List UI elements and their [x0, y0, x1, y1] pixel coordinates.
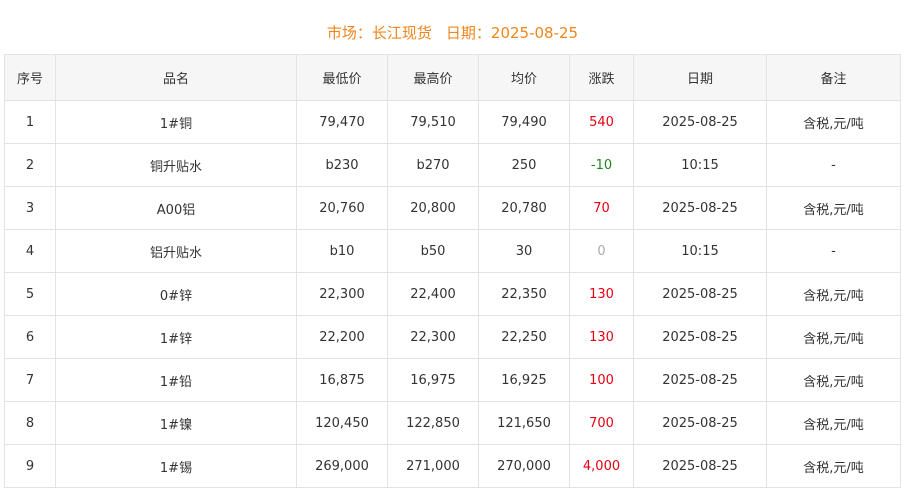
cell-avg: 30	[478, 229, 570, 273]
cell-index: 8	[4, 401, 56, 445]
cell-date: 10:15	[633, 143, 767, 187]
table-row: 9 1#锡 269,000 271,000 270,000 4,000 2025-08-25…	[4, 444, 901, 488]
cell-high: b270	[387, 143, 479, 187]
cell-change: 0	[569, 229, 634, 273]
cell-name: 0#锌	[55, 272, 297, 316]
header-note: 备注	[766, 54, 901, 101]
header-change: 涨跌	[569, 54, 634, 101]
table-row: 5 0#锌 22,300 22,400 22,350 130 2025-08-25 含税,元/…	[4, 272, 901, 316]
cell-change: 540	[569, 100, 634, 144]
header-avg: 均价	[478, 54, 570, 101]
cell-name: 1#锡	[55, 444, 297, 488]
cell-change: 100	[569, 358, 634, 402]
table-row: 1 1#铜 79,470 79,510 79,490 540 2025-08-25 含税,元/…	[4, 100, 901, 144]
cell-change: -10	[569, 143, 634, 187]
cell-note: 含税,元/吨	[766, 358, 901, 402]
header-name: 品名	[55, 54, 297, 101]
cell-high: 122,850	[387, 401, 479, 445]
cell-name: 铝升贴水	[55, 229, 297, 273]
cell-high: b50	[387, 229, 479, 273]
cell-avg: 250	[478, 143, 570, 187]
cell-high: 20,800	[387, 186, 479, 230]
cell-note: -	[766, 229, 901, 273]
cell-date: 2025-08-25	[633, 272, 767, 316]
header-low: 最低价	[296, 54, 388, 101]
cell-low: 120,450	[296, 401, 388, 445]
cell-date: 2025-08-25	[633, 315, 767, 359]
cell-avg: 270,000	[478, 444, 570, 488]
cell-high: 271,000	[387, 444, 479, 488]
table-row: 2 铜升贴水 b230 b270 250 -10 10:15-	[4, 143, 901, 187]
cell-name: 1#镍	[55, 401, 297, 445]
header-high: 最高价	[387, 54, 479, 101]
cell-low: 16,875	[296, 358, 388, 402]
cell-note: 含税,元/吨	[766, 444, 901, 488]
table-row: 6 1#锌 22,200 22,300 22,250 130 2025-08-25 含税,元/…	[4, 315, 901, 359]
cell-avg: 121,650	[478, 401, 570, 445]
cell-avg: 79,490	[478, 100, 570, 144]
price-table: 序号 品名 最低价 最高价 均价 涨跌 日期 备注 1 1#铜 79,470 79,5…	[4, 54, 901, 488]
cell-change: 4,000	[569, 444, 634, 488]
header-index: 序号	[4, 54, 56, 101]
table-row: 3 A00铝 20,760 20,800 20,780 70 2025-08-25 含税,元/…	[4, 186, 901, 230]
cell-avg: 16,925	[478, 358, 570, 402]
date-label: 日期：2025-08-25	[445, 24, 579, 42]
cell-change: 70	[569, 186, 634, 230]
cell-date: 2025-08-25	[633, 100, 767, 144]
cell-index: 1	[4, 100, 56, 144]
cell-date: 2025-08-25	[633, 444, 767, 488]
cell-avg: 22,250	[478, 315, 570, 359]
cell-low: b10	[296, 229, 388, 273]
cell-low: 22,300	[296, 272, 388, 316]
cell-high: 79,510	[387, 100, 479, 144]
cell-note: 含税,元/吨	[766, 100, 901, 144]
cell-index: 9	[4, 444, 56, 488]
cell-index: 3	[4, 186, 56, 230]
cell-date: 2025-08-25	[633, 186, 767, 230]
cell-low: 20,760	[296, 186, 388, 230]
page-header: 市场：长江现货 日期：2025-08-25	[0, 22, 905, 44]
cell-note: 含税,元/吨	[766, 186, 901, 230]
cell-high: 22,300	[387, 315, 479, 359]
cell-name: 1#锌	[55, 315, 297, 359]
table-header-row: 序号 品名 最低价 最高价 均价 涨跌 日期 备注	[4, 54, 901, 101]
cell-index: 2	[4, 143, 56, 187]
cell-note: 含税,元/吨	[766, 401, 901, 445]
cell-name: 1#铜	[55, 100, 297, 144]
table-row: 4 铝升贴水 b10 b50 30 0 10:15-	[4, 229, 901, 273]
cell-date: 10:15	[633, 229, 767, 273]
cell-index: 4	[4, 229, 56, 273]
cell-index: 6	[4, 315, 56, 359]
cell-high: 22,400	[387, 272, 479, 316]
cell-low: b230	[296, 143, 388, 187]
cell-avg: 20,780	[478, 186, 570, 230]
cell-index: 7	[4, 358, 56, 402]
cell-high: 16,975	[387, 358, 479, 402]
cell-note: 含税,元/吨	[766, 315, 901, 359]
cell-date: 2025-08-25	[633, 401, 767, 445]
cell-low: 269,000	[296, 444, 388, 488]
cell-avg: 22,350	[478, 272, 570, 316]
cell-note: 含税,元/吨	[766, 272, 901, 316]
cell-low: 79,470	[296, 100, 388, 144]
cell-change: 130	[569, 272, 634, 316]
table-row: 7 1#铅 16,875 16,975 16,925 100 2025-08-25 含税,元/…	[4, 358, 901, 402]
cell-name: 1#铅	[55, 358, 297, 402]
cell-change: 130	[569, 315, 634, 359]
cell-index: 5	[4, 272, 56, 316]
table-body: 1 1#铜 79,470 79,510 79,490 540 2025-08-25 含税,元/…	[4, 100, 901, 488]
header-date: 日期	[633, 54, 767, 101]
cell-name: A00铝	[55, 186, 297, 230]
cell-date: 2025-08-25	[633, 358, 767, 402]
cell-name: 铜升贴水	[55, 143, 297, 187]
table-row: 8 1#镍 120,450 122,850 121,650 700 2025-08-25 含税…	[4, 401, 901, 445]
market-label: 市场：长江现货	[326, 24, 432, 42]
cell-change: 700	[569, 401, 634, 445]
cell-low: 22,200	[296, 315, 388, 359]
cell-note: -	[766, 143, 901, 187]
